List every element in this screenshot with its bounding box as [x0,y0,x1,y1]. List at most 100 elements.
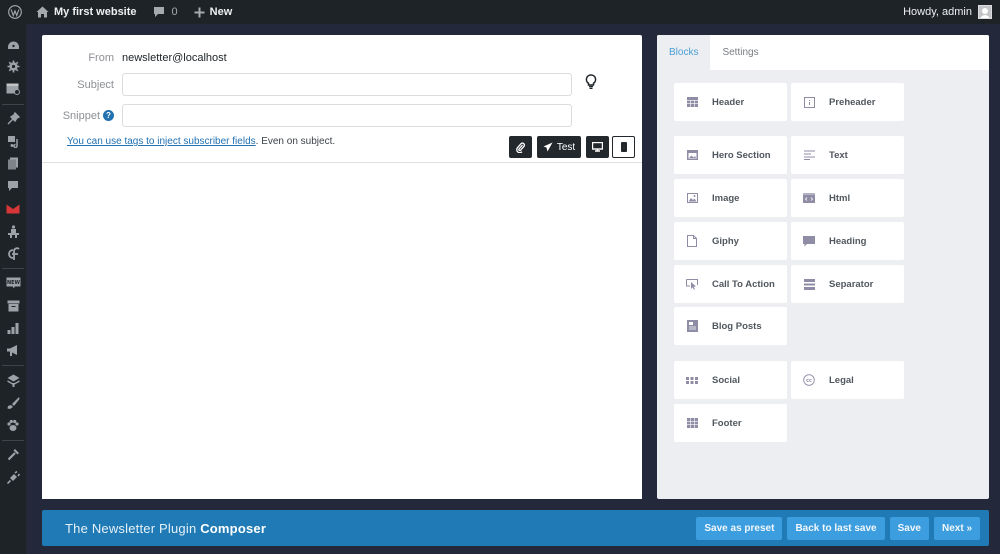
block-social[interactable]: Social [674,361,787,399]
block-label: Html [829,192,851,204]
menu-paw[interactable] [0,414,26,437]
subject-input[interactable] [122,73,572,96]
menu-pages[interactable] [0,153,26,176]
cc-icon: cc [803,374,815,386]
menu-dashboard[interactable] [0,33,26,56]
media-icon [7,135,18,148]
block-giphy[interactable]: Giphy [674,222,787,260]
save-button[interactable]: Save [889,516,929,540]
menu-settings[interactable] [0,56,26,79]
menu-media[interactable] [0,130,26,153]
paperclip-icon [516,142,525,153]
wordpress-logo-button[interactable] [0,0,30,24]
menu-newsletter[interactable] [0,198,26,221]
block-header[interactable]: Header [674,83,787,121]
menu-appearance[interactable] [0,392,26,415]
file-icon [686,235,698,247]
block-legal[interactable]: cc Legal [791,361,904,399]
menu-layers[interactable] [0,369,26,392]
html-icon [803,192,815,204]
back-to-last-save-button[interactable]: Back to last save [787,516,885,540]
site-name-link[interactable]: My first website [30,0,143,24]
dashboard-icon [7,41,19,49]
block-preheader[interactable]: Preheader [791,83,904,121]
hero-icon [686,149,698,161]
menu-posts[interactable] [0,108,26,131]
composer-title-prefix: The Newsletter Plugin [65,520,201,536]
next-button[interactable]: Next » [933,516,980,540]
block-label: Separator [829,278,874,290]
tools-icon [7,449,19,461]
chart-bars-icon [7,323,19,335]
block-blog-posts[interactable]: Blog Posts [674,307,787,345]
subject-row: Subject [50,73,572,96]
attachment-button[interactable] [509,136,532,158]
menu-marketing[interactable] [0,340,26,363]
greeting: Howdy, admin [903,6,972,18]
snippet-label: Snippet [62,109,100,122]
desktop-icon [592,142,603,152]
comment-icon [153,7,164,17]
menu-plugins[interactable] [0,466,26,489]
snippet-label-wrap: Snippet ? [50,110,122,122]
menu-stats[interactable] [0,317,26,340]
tags-help-link[interactable]: You can use tags to inject subscriber fi… [67,136,256,147]
comments-count: 0 [171,6,178,18]
block-label: Text [829,149,848,161]
menu-separator [2,268,24,269]
plugins-icon [6,470,20,484]
mobile-view-button[interactable] [612,136,635,158]
social-icon [686,374,698,386]
menu-new-badge[interactable]: NEW [0,272,26,295]
composer-sidebar: Blocks Settings Header Preheader Hero Se… [657,35,989,499]
menu-browser[interactable] [0,78,26,101]
home-icon [36,6,49,18]
email-canvas[interactable] [42,163,642,499]
preheader-icon [803,96,815,108]
help-icon[interactable]: ? [103,110,114,121]
save-as-preset-button[interactable]: Save as preset [696,516,783,540]
test-button[interactable]: Test [537,136,581,158]
menu-archive[interactable] [0,295,26,318]
menu-tools[interactable] [0,444,26,467]
composer-title-bold: Composer [200,520,267,536]
block-html[interactable]: Html [791,179,904,217]
block-call-to-action[interactable]: Call To Action [674,265,787,303]
text-lines-icon [803,149,815,161]
plus-icon [194,7,205,17]
heading-icon [803,235,815,247]
pin-icon [7,112,20,125]
desktop-view-button[interactable] [586,136,609,158]
admin-bar: My first website 0 New Howdy, admin [0,0,1000,24]
header-icon [686,96,698,108]
tab-settings[interactable]: Settings [710,35,770,70]
block-label: Call To Action [712,278,775,290]
menu-plugin-figure[interactable] [0,220,26,243]
block-label: Giphy [712,235,739,247]
subject-label: Subject [77,78,114,91]
composer-main-panel: From newsletter@localhost Subject Snippe… [42,35,642,499]
tab-blocks[interactable]: Blocks [657,35,711,70]
block-hero-section[interactable]: Hero Section [674,136,787,174]
composer-footer-bar: The Newsletter Plugin Composer Save as p… [42,510,989,546]
new-label: New [209,6,233,18]
block-image[interactable]: Image [674,179,787,217]
tags-tip-rest: . Even on subject. [255,136,336,147]
menu-comments[interactable] [0,175,26,198]
block-label: Image [712,192,740,204]
snippet-input[interactable] [122,104,572,127]
new-content-link[interactable]: New [188,0,239,24]
lightbulb-icon[interactable] [585,74,597,90]
block-separator[interactable]: Separator [791,265,904,303]
comments-link[interactable]: 0 [147,0,184,24]
block-text[interactable]: Text [791,136,904,174]
block-footer[interactable]: Footer [674,404,787,442]
cursor-click-icon [686,278,698,290]
new-badge-icon: NEW [6,277,20,289]
my-account-link[interactable]: Howdy, admin [897,0,994,24]
menu-cf[interactable] [0,243,26,266]
send-icon [543,142,553,152]
block-heading[interactable]: Heading [791,222,904,260]
avatar [978,5,992,19]
comment-icon [8,181,18,192]
